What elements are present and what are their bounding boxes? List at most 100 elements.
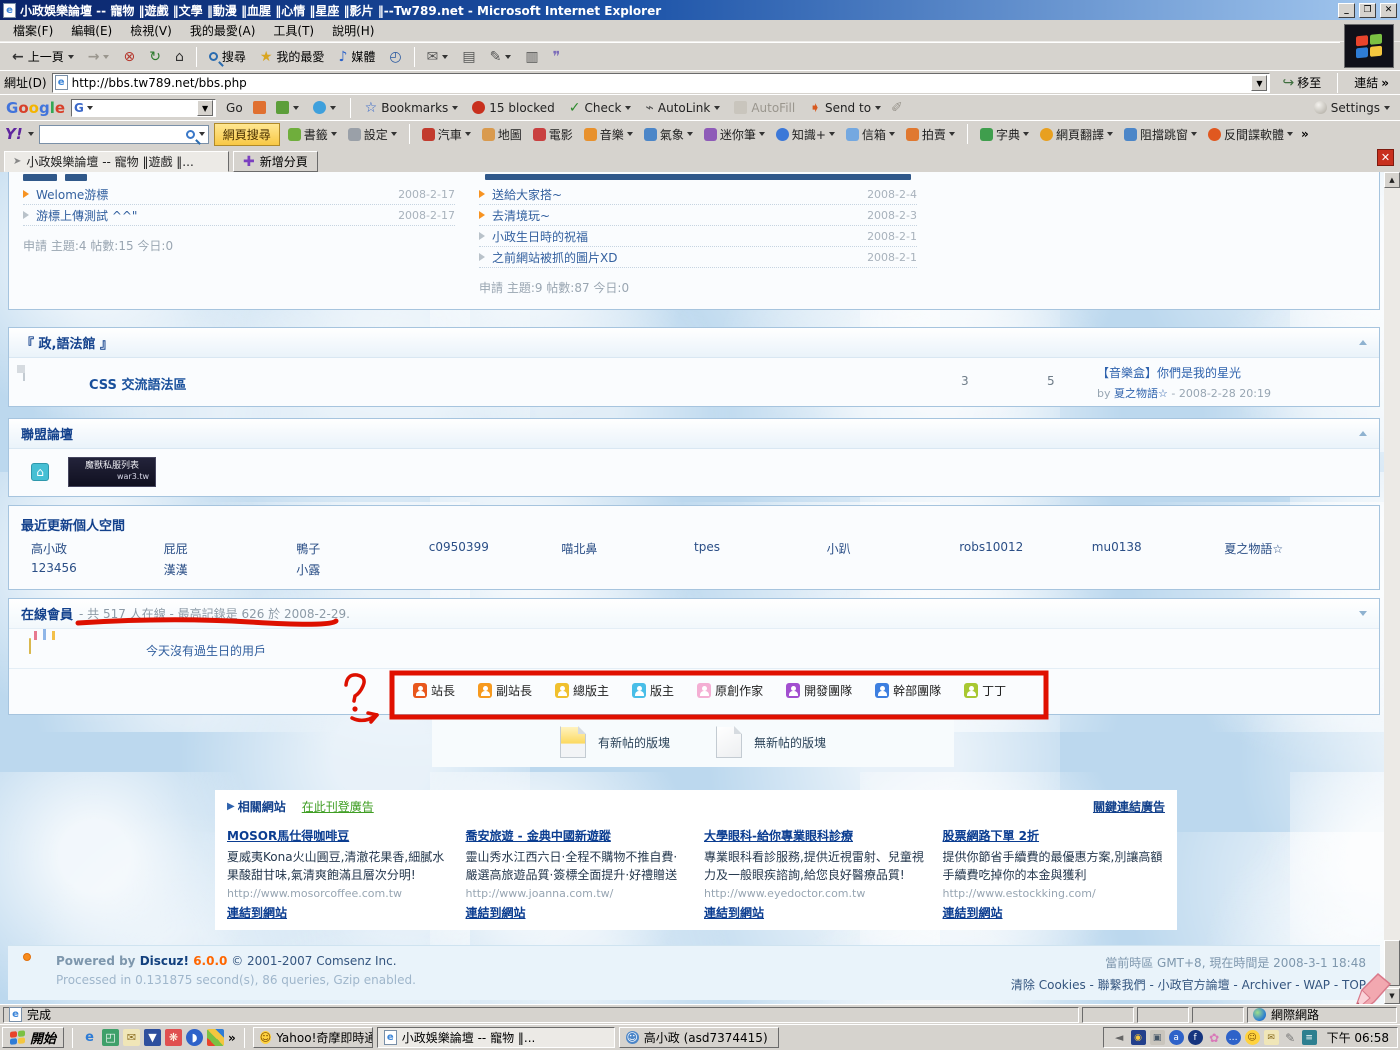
refresh-button[interactable]: ↻	[143, 47, 167, 67]
history-button[interactable]: ◴	[383, 47, 407, 67]
google-search-dropdown[interactable]: ▼	[197, 100, 213, 116]
yahoo-settings-button[interactable]: 設定	[345, 124, 400, 145]
space-user-link[interactable]: 夏之物語☆	[1224, 540, 1357, 557]
page-button[interactable]: ▥	[519, 47, 544, 67]
address-input[interactable]: e http://bbs.tw789.net/bbs.php ▼	[52, 73, 1271, 93]
space-user-link[interactable]: 小露	[296, 561, 429, 578]
yahoo-minipen-button[interactable]: 迷你筆	[701, 124, 768, 145]
task-yahoo-messenger[interactable]: ☺Yahoo!奇摩即時通	[253, 1027, 373, 1048]
mail-button[interactable]: ✉	[421, 47, 455, 67]
usergroup-label[interactable]: 原創作家	[715, 682, 763, 699]
quicklaunch-app-icon[interactable]: ❋	[165, 1029, 182, 1046]
ad-title-link[interactable]: 喬安旅遊 - 金典中國新遊蹤	[466, 829, 611, 843]
ad-visit-link[interactable]: 連結到網站	[466, 904, 526, 921]
menu-help[interactable]: 說明(H)	[323, 20, 383, 41]
space-user-link[interactable]: robs10012	[959, 540, 1092, 557]
tray-pink-icon[interactable]: ✿	[1207, 1030, 1222, 1045]
ad-visit-link[interactable]: 連結到網站	[227, 904, 287, 921]
quicklaunch-media-icon[interactable]: ▼	[144, 1029, 161, 1046]
google-autolink-button[interactable]: ⌁AutoLink	[641, 99, 724, 117]
quicklaunch-messenger-icon[interactable]: ◗	[186, 1029, 203, 1046]
google-bookmarks-button[interactable]: ☆Bookmarks	[361, 99, 463, 117]
restore-button[interactable]: ❐	[1359, 3, 1376, 18]
quicklaunch-mail-icon[interactable]: ✉	[123, 1029, 140, 1046]
section-title[interactable]: 在線會員	[21, 604, 73, 623]
home-link-icon[interactable]: ⌂	[31, 463, 49, 481]
ad-visit-link[interactable]: 連結到網站	[704, 904, 764, 921]
yahoo-bookmarks-button[interactable]: 書籤	[285, 124, 340, 145]
space-user-link[interactable]: 鴨子	[296, 540, 429, 557]
google-search-input[interactable]: G▼	[71, 99, 216, 117]
mail-tray-icon[interactable]: ✉	[1264, 1030, 1279, 1045]
forward-button[interactable]: →	[82, 47, 116, 67]
yahoo-cars-button[interactable]: 汽車	[419, 124, 474, 145]
quicklaunch-office-icon[interactable]	[207, 1029, 224, 1046]
google-orkut-button[interactable]	[309, 99, 340, 116]
task-ie-forum[interactable]: e小政娛樂論壇 -- 寵物 ‖...	[377, 1027, 615, 1048]
menu-file[interactable]: 檔案(F)	[4, 20, 62, 41]
quicklaunch-overflow-chevron[interactable]: »	[228, 1031, 236, 1045]
space-user-link[interactable]: 喵北鼻	[561, 540, 694, 557]
quicklaunch-ie-icon[interactable]: e	[81, 1029, 98, 1046]
yahoo-mail-button[interactable]: 信箱	[843, 124, 898, 145]
scroll-down-button[interactable]: ▼	[1384, 988, 1400, 1004]
stop-button[interactable]: ⊗	[117, 47, 141, 67]
collapse-icon[interactable]	[1359, 340, 1367, 345]
space-user-link[interactable]: tpes	[694, 540, 827, 557]
back-button[interactable]: ←上一頁	[6, 45, 80, 68]
last-post-link[interactable]: 【音樂盒】你們是我的星光	[1097, 366, 1241, 380]
ad-title-link[interactable]: 大學眼科-給你專業眼科診療	[704, 829, 853, 843]
collapse-icon[interactable]	[1359, 611, 1367, 616]
network-icon[interactable]: ▣	[1150, 1030, 1165, 1045]
discuz-link[interactable]: Discuz!	[140, 954, 189, 968]
google-puzzle-button[interactable]	[272, 99, 303, 116]
print-button[interactable]: ▤	[456, 47, 481, 67]
home-button[interactable]: ⌂	[169, 47, 190, 67]
usergroup-label[interactable]: 幹部團隊	[893, 682, 941, 699]
usergroup-label[interactable]: 開發團隊	[804, 682, 852, 699]
space-user-link[interactable]: 123456	[31, 561, 164, 578]
volume-icon[interactable]: ◄	[1112, 1030, 1127, 1045]
tray-a-icon[interactable]: a	[1169, 1030, 1184, 1045]
address-dropdown-button[interactable]: ▼	[1251, 75, 1267, 91]
task-msn-chat[interactable]: ☺高小政 (asd7374415)	[619, 1027, 779, 1048]
smiley-tray-icon[interactable]: ☺	[1245, 1030, 1260, 1045]
publish-ad-link[interactable]: 在此刊登廣告	[302, 798, 374, 815]
topic-link[interactable]: 游標上傳測試 ^^"	[36, 207, 137, 224]
usergroup-label[interactable]: 副站長	[496, 682, 532, 699]
keyword-ads-link[interactable]: 關鍵連結廣告	[1093, 798, 1165, 815]
topic-link[interactable]: Welome游標	[36, 186, 108, 203]
google-go-button[interactable]: Go	[222, 99, 247, 117]
usergroup-label[interactable]: 版主	[650, 682, 674, 699]
google-popup-blocker-button[interactable]: 15 blocked	[468, 99, 559, 117]
topic-link[interactable]: 去清境玩~	[492, 207, 550, 224]
links-button[interactable]: 連結»	[1347, 73, 1396, 92]
highlighter-icon[interactable]: ✐	[891, 101, 903, 115]
usergroup-label[interactable]: 站長	[431, 682, 455, 699]
section-title[interactable]: 『 政,語法館 』	[21, 333, 113, 352]
yahoo-translate-button[interactable]: 網頁翻譯	[1037, 124, 1116, 145]
section-title[interactable]: 聯盟論壇	[21, 424, 73, 443]
ime-icon[interactable]: ≡	[1302, 1030, 1317, 1045]
scrollbar-thumb[interactable]	[1384, 940, 1400, 986]
google-settings-button[interactable]: Settings	[1310, 99, 1394, 117]
tab-close-button[interactable]: ✕	[1377, 149, 1394, 166]
wireless-icon[interactable]: ◉	[1131, 1030, 1146, 1045]
edit-button[interactable]: ✎	[484, 47, 518, 67]
space-user-link[interactable]: c0950399	[429, 540, 562, 557]
space-user-link[interactable]: 小趴	[827, 540, 960, 557]
search-button[interactable]: 搜尋	[203, 45, 252, 68]
topic-link[interactable]: 小政生日時的祝福	[492, 228, 588, 245]
topic-link[interactable]: 送給大家搭~	[492, 186, 562, 203]
close-button[interactable]: ✕	[1380, 3, 1397, 18]
space-user-link[interactable]: 高小政	[31, 540, 164, 557]
tab-active[interactable]: ➤小政娛樂論壇 -- 寵物 ‖遊戲 ‖...	[4, 151, 229, 172]
google-sendto-button[interactable]: ➧Send to	[805, 99, 885, 117]
tray-f-icon[interactable]: f	[1188, 1030, 1203, 1045]
yahoo-search-input[interactable]	[39, 125, 209, 144]
alliance-banner[interactable]: 魔獸私服列表war3.tw	[68, 457, 156, 487]
yahoo-music-button[interactable]: 音樂	[581, 124, 636, 145]
ad-title-link[interactable]: MOSOR馬仕得咖啡豆	[227, 829, 349, 843]
yahoo-antispyware-button[interactable]: 反間諜軟體	[1205, 124, 1296, 145]
yahoo-knowledge-button[interactable]: 知識+	[773, 124, 838, 145]
